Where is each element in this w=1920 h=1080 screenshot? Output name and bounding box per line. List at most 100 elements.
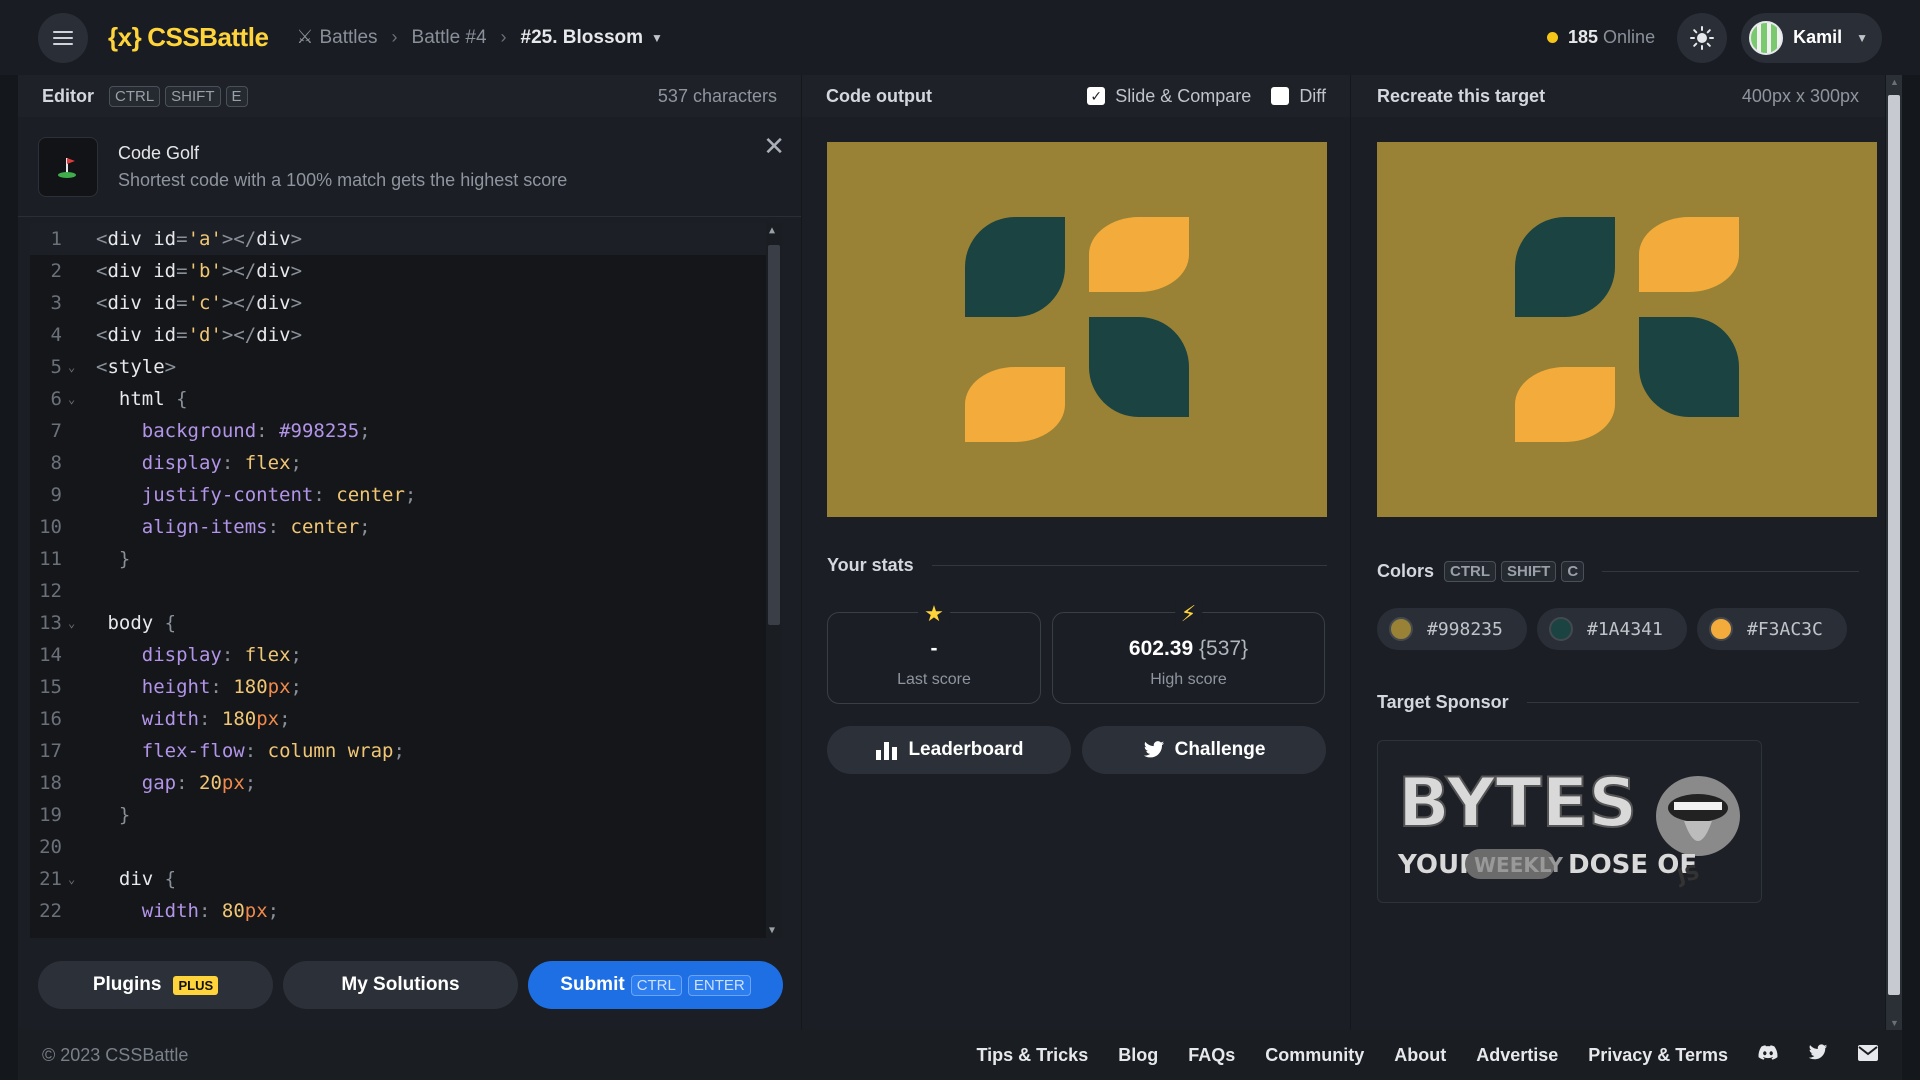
- colors-heading: Colors CTRL SHIFT C: [1377, 561, 1859, 582]
- fold-chevron-icon[interactable]: ⌄: [66, 392, 84, 406]
- leaf-orange-bottom: [1515, 367, 1615, 442]
- line-number: 15: [39, 676, 62, 698]
- high-score-value: 602.39 {537}: [1128, 637, 1249, 660]
- challenge-button[interactable]: Challenge: [1082, 726, 1326, 774]
- code-line[interactable]: 6 ⌄ html {: [30, 383, 782, 415]
- code-line[interactable]: 5 ⌄ <style>: [30, 351, 782, 383]
- code-line[interactable]: 19 }: [30, 799, 782, 831]
- hamburger-icon: [53, 30, 73, 45]
- editor-title: Editor: [42, 85, 94, 106]
- slide-compare-toggle[interactable]: ✓ Slide & Compare: [1087, 86, 1251, 107]
- code-line[interactable]: 3 <div id='c'></div>: [30, 287, 782, 319]
- code-line[interactable]: 9 justify-content: center;: [30, 479, 782, 511]
- leaf-dark-top: [965, 217, 1065, 317]
- fold-chevron-icon[interactable]: ⌄: [66, 616, 84, 630]
- plugins-button[interactable]: Plugins PLUS: [38, 961, 273, 1009]
- code-editor[interactable]: 1 <div id='a'></div> 2 <div id='b'></div> 3 <…: [30, 223, 782, 938]
- code-line[interactable]: 18 gap: 20px;: [30, 767, 782, 799]
- leaf-dark-bottom: [1639, 317, 1739, 417]
- leaf-orange-top: [1639, 217, 1739, 292]
- code-line[interactable]: 13 ⌄ body {: [30, 607, 782, 639]
- footer-link-about[interactable]: About: [1394, 1045, 1446, 1066]
- chevron-right-icon: ›: [500, 27, 507, 47]
- code-line[interactable]: 1 <div id='a'></div>: [30, 223, 782, 255]
- footer-link-faqs[interactable]: FAQs: [1188, 1045, 1235, 1066]
- page-scrollbar-thumb[interactable]: [1888, 95, 1900, 995]
- footer-link-advertise[interactable]: Advertise: [1476, 1045, 1558, 1066]
- footer-link-community[interactable]: Community: [1265, 1045, 1364, 1066]
- color-swatch: [1389, 617, 1413, 641]
- character-count: 537 characters: [657, 85, 777, 106]
- editor-scrollbar[interactable]: ▲ ▼: [766, 223, 782, 938]
- code-line[interactable]: 8 display: flex;: [30, 447, 782, 479]
- code-line[interactable]: 12: [30, 575, 782, 607]
- last-score-value: -: [930, 637, 938, 660]
- sponsor-bytes-ad[interactable]: BYTES YOUR WEEKLY DOSE OF JS: [1377, 740, 1762, 903]
- scroll-down-icon[interactable]: ▼: [1890, 1018, 1899, 1028]
- sun-icon: [1690, 25, 1715, 50]
- close-icon[interactable]: ✕: [763, 131, 785, 162]
- golf-flag-icon: [38, 136, 98, 197]
- submit-button[interactable]: Submit CTRL ENTER: [528, 961, 783, 1009]
- checkbox-checked-icon[interactable]: ✓: [1087, 87, 1106, 105]
- line-number: 2: [50, 260, 62, 282]
- user-menu-button[interactable]: Kamil ▼: [1741, 12, 1882, 63]
- code-line[interactable]: 7 background: #998235;: [30, 415, 782, 447]
- breadcrumb-battles[interactable]: Battles: [319, 27, 377, 49]
- checkbox-unchecked-icon[interactable]: [1271, 87, 1290, 105]
- mail-icon[interactable]: [1858, 1044, 1878, 1066]
- scroll-up-icon[interactable]: ▲: [769, 225, 775, 236]
- code-text: width: 80px;: [141, 900, 280, 922]
- my-solutions-label: My Solutions: [341, 974, 460, 995]
- fold-chevron-icon[interactable]: ⌄: [66, 360, 84, 374]
- code-text: align-items: center;: [141, 516, 371, 538]
- copyright: © 2023 CSSBattle: [42, 1044, 189, 1065]
- logo[interactable]: {x} CSSBattle: [108, 22, 269, 53]
- scroll-up-icon[interactable]: ▲: [1890, 77, 1899, 87]
- color-chip-dark[interactable]: #1A4341: [1537, 608, 1687, 650]
- footer-link-privacy[interactable]: Privacy & Terms: [1588, 1045, 1728, 1066]
- code-text: div {: [118, 868, 177, 890]
- plugins-label: Plugins: [92, 974, 162, 995]
- code-line[interactable]: 17 flex-flow: column wrap;: [30, 735, 782, 767]
- breadcrumb-battle[interactable]: Battle #4: [412, 27, 487, 49]
- code-line[interactable]: 22 width: 80px;: [30, 895, 782, 927]
- code-line[interactable]: 20: [30, 831, 782, 863]
- caret-down-icon[interactable]: ▼: [651, 31, 663, 45]
- footer-link-blog[interactable]: Blog: [1118, 1045, 1158, 1066]
- color-chip-bg[interactable]: #998235: [1377, 608, 1527, 650]
- diff-label: Diff: [1299, 85, 1326, 106]
- line-number: 5: [50, 356, 62, 378]
- footer-link-tips[interactable]: Tips & Tricks: [976, 1045, 1088, 1066]
- breadcrumb-current[interactable]: #25. Blossom: [521, 27, 644, 49]
- line-number: 18: [39, 772, 62, 794]
- code-line[interactable]: 15 height: 180px;: [30, 671, 782, 703]
- leaderboard-button[interactable]: Leaderboard: [827, 726, 1071, 774]
- code-text: gap: 20px;: [141, 772, 257, 794]
- scrollbar-thumb[interactable]: [768, 245, 780, 625]
- fold-chevron-icon[interactable]: ⌄: [66, 872, 84, 886]
- code-line[interactable]: 16 width: 180px;: [30, 703, 782, 735]
- menu-button[interactable]: [38, 12, 88, 63]
- code-line[interactable]: 4 <div id='d'></div>: [30, 319, 782, 351]
- target-canvas[interactable]: [1377, 142, 1877, 517]
- diff-toggle[interactable]: Diff: [1271, 86, 1326, 107]
- code-output-canvas[interactable]: [827, 142, 1327, 517]
- theme-toggle-button[interactable]: [1677, 12, 1728, 63]
- code-line[interactable]: 10 align-items: center;: [30, 511, 782, 543]
- scroll-down-icon[interactable]: ▼: [769, 925, 775, 936]
- page-scrollbar[interactable]: ▲ ▼: [1886, 75, 1902, 1030]
- line-number: 1: [50, 228, 62, 250]
- code-golf-banner: Code Golf Shortest code with a 100% matc…: [18, 117, 801, 217]
- my-solutions-button[interactable]: My Solutions: [283, 961, 518, 1009]
- target-panel: Recreate this target 400px x 300px Color…: [1351, 75, 1885, 1030]
- code-line[interactable]: 2 <div id='b'></div>: [30, 255, 782, 287]
- code-line[interactable]: 11 }: [30, 543, 782, 575]
- code-line[interactable]: 21 ⌄ div {: [30, 863, 782, 895]
- color-chip-orange[interactable]: #F3AC3C: [1697, 608, 1847, 650]
- discord-icon[interactable]: [1758, 1044, 1778, 1066]
- twitter-icon[interactable]: [1808, 1044, 1828, 1066]
- line-number: 17: [39, 740, 62, 762]
- online-indicator: 185 Online: [1547, 27, 1655, 48]
- code-line[interactable]: 14 display: flex;: [30, 639, 782, 671]
